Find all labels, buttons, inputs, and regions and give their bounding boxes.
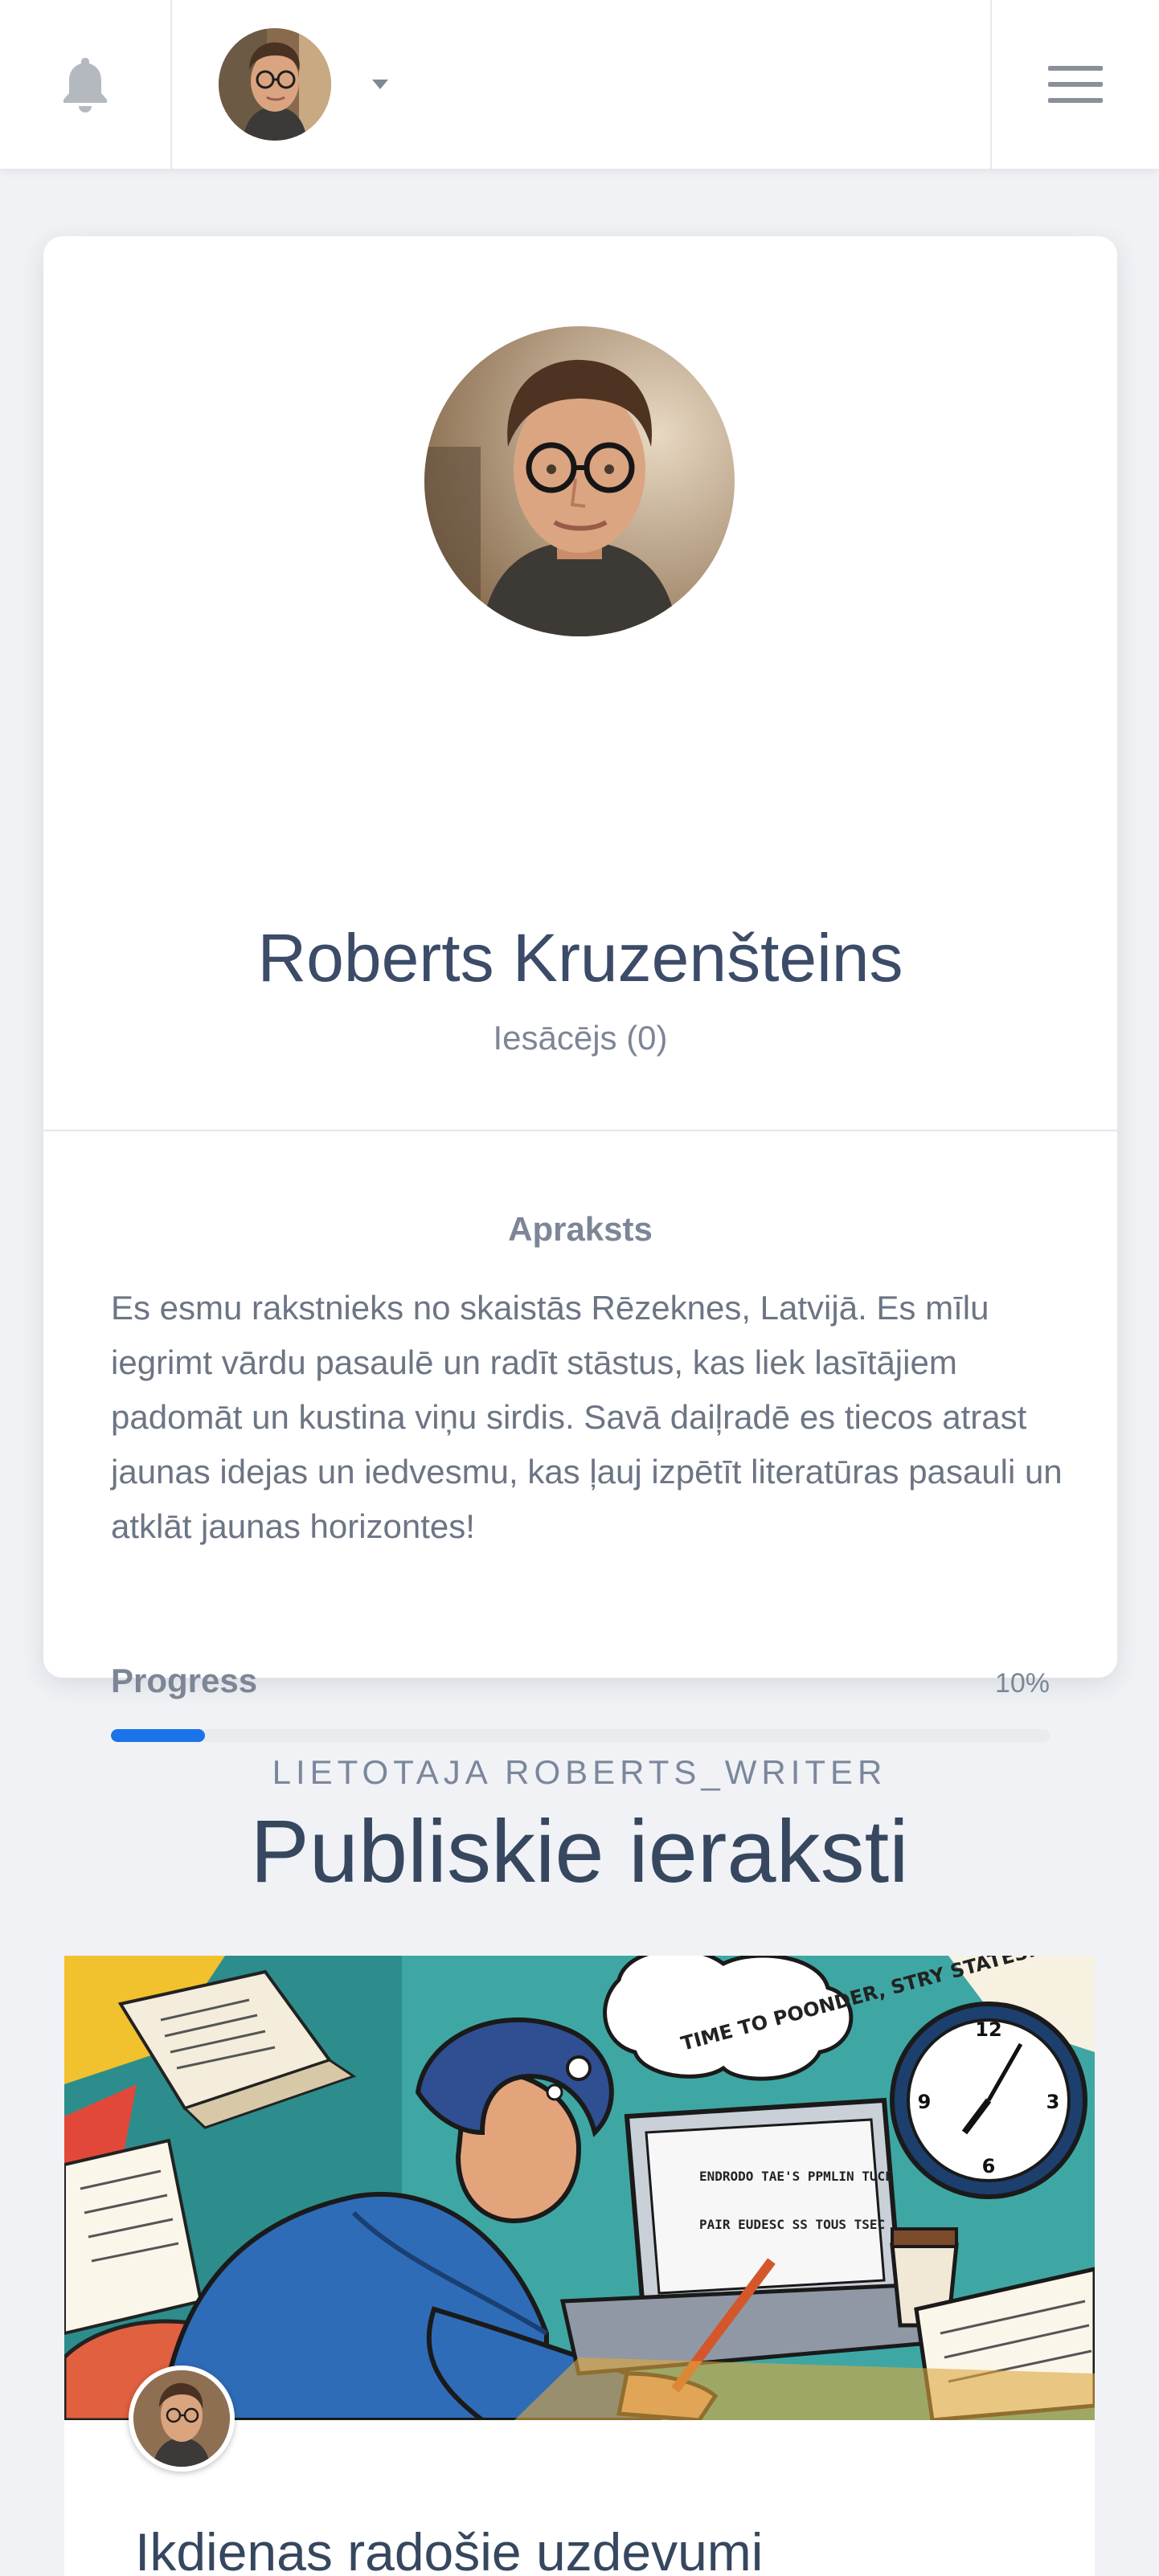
post-author-avatar[interactable]	[129, 2365, 235, 2472]
svg-text:6: 6	[982, 2155, 996, 2177]
profile-card: Roberts Kruzenšteins Iesācējs (0) Apraks…	[43, 236, 1117, 1742]
top-navbar	[0, 0, 1159, 169]
section-title: Publiskie ieraksti	[250, 1802, 909, 1901]
progress-label: Progress	[111, 1662, 258, 1699]
progress-value: 10%	[994, 1668, 1050, 1699]
svg-text:12: 12	[975, 2018, 1001, 2041]
bell-icon	[63, 58, 107, 112]
post-cover-image[interactable]: ENDRODO TAE'S PPMLIN TUCE PAIR EUDESC SS…	[64, 1956, 1095, 2420]
svg-text:3: 3	[1046, 2091, 1060, 2113]
description-title: Apraksts	[508, 1210, 653, 1248]
section-subtitle: LIETOTAJA ROBERTS_WRITER	[272, 1753, 887, 1791]
svg-text:9: 9	[918, 2091, 932, 2113]
progress-bar-fill	[111, 1729, 205, 1742]
divider	[43, 1130, 1117, 1131]
post-card[interactable]: ENDRODO TAE'S PPMLIN TUCE PAIR EUDESC SS…	[64, 1956, 1095, 2576]
description-text: Es esmu rakstnieks no skaistās Rēzeknes,…	[111, 1289, 1063, 1545]
hamburger-menu-icon	[1048, 66, 1103, 103]
profile-avatar	[424, 326, 735, 636]
profile-rank: Iesācējs (0)	[493, 1019, 668, 1057]
post-title[interactable]: Ikdienas radošie uzdevumi	[135, 2521, 763, 2576]
laptop-screen-text-1: ENDRODO TAE'S PPMLIN TUCE	[699, 2169, 893, 2184]
notifications-button[interactable]	[0, 0, 172, 169]
laptop-screen-text-2: PAIR EUDESC SS TOUS TSEC	[699, 2217, 885, 2232]
menu-button[interactable]	[990, 0, 1159, 169]
profile-name: Roberts Kruzenšteins	[257, 920, 903, 996]
progress-bar	[111, 1729, 1050, 1742]
avatar[interactable]	[219, 28, 331, 141]
caret-down-icon	[372, 80, 388, 89]
user-menu[interactable]	[172, 0, 990, 169]
